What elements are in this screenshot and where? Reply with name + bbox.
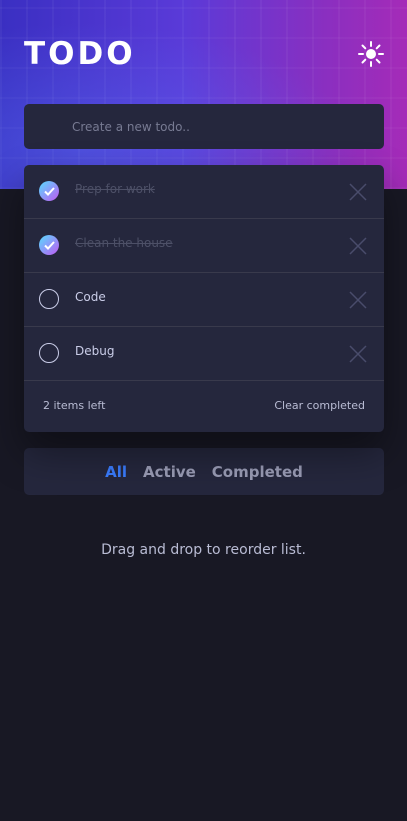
reorder-hint: Drag and drop to reorder list. bbox=[101, 542, 306, 558]
todo-text: Prep for work bbox=[75, 182, 155, 196]
todo-text: Code bbox=[75, 290, 106, 304]
header-background bbox=[0, 0, 407, 189]
clear-completed-button[interactable]: Clear completed bbox=[274, 399, 365, 412]
todo-text: Clean the house bbox=[75, 236, 173, 250]
todo-checkbox[interactable] bbox=[39, 289, 59, 309]
filter-completed[interactable]: Completed bbox=[212, 463, 303, 481]
sun-icon bbox=[358, 41, 384, 67]
list-footer: 2 items left Clear completed bbox=[24, 381, 384, 432]
todo-list: Prep for work Clean the house Code Debug… bbox=[24, 165, 384, 432]
todo-checkbox[interactable] bbox=[39, 181, 59, 201]
delete-todo-button[interactable] bbox=[348, 182, 368, 202]
todo-item: Debug bbox=[24, 327, 384, 381]
todo-text: Debug bbox=[75, 344, 115, 358]
cross-icon bbox=[349, 291, 367, 309]
checkmark-icon bbox=[44, 241, 55, 250]
delete-todo-button[interactable] bbox=[348, 290, 368, 310]
todo-checkbox[interactable] bbox=[39, 343, 59, 363]
cross-icon bbox=[349, 183, 367, 201]
todo-item: Prep for work bbox=[24, 165, 384, 219]
checkmark-icon bbox=[44, 187, 55, 196]
todo-item: Clean the house bbox=[24, 219, 384, 273]
filter-bar: All Active Completed bbox=[24, 448, 384, 495]
new-todo-box bbox=[24, 104, 384, 149]
items-left-count: 2 items left bbox=[43, 399, 106, 412]
todo-item: Code bbox=[24, 273, 384, 327]
cross-icon bbox=[349, 345, 367, 363]
todo-checkbox[interactable] bbox=[39, 235, 59, 255]
delete-todo-button[interactable] bbox=[348, 236, 368, 256]
delete-todo-button[interactable] bbox=[348, 344, 368, 364]
app-title: TODO bbox=[24, 36, 136, 72]
filter-all[interactable]: All bbox=[105, 463, 127, 481]
cross-icon bbox=[349, 237, 367, 255]
theme-toggle-button[interactable] bbox=[357, 40, 385, 68]
filter-active[interactable]: Active bbox=[143, 463, 196, 481]
new-todo-input[interactable] bbox=[72, 104, 372, 149]
